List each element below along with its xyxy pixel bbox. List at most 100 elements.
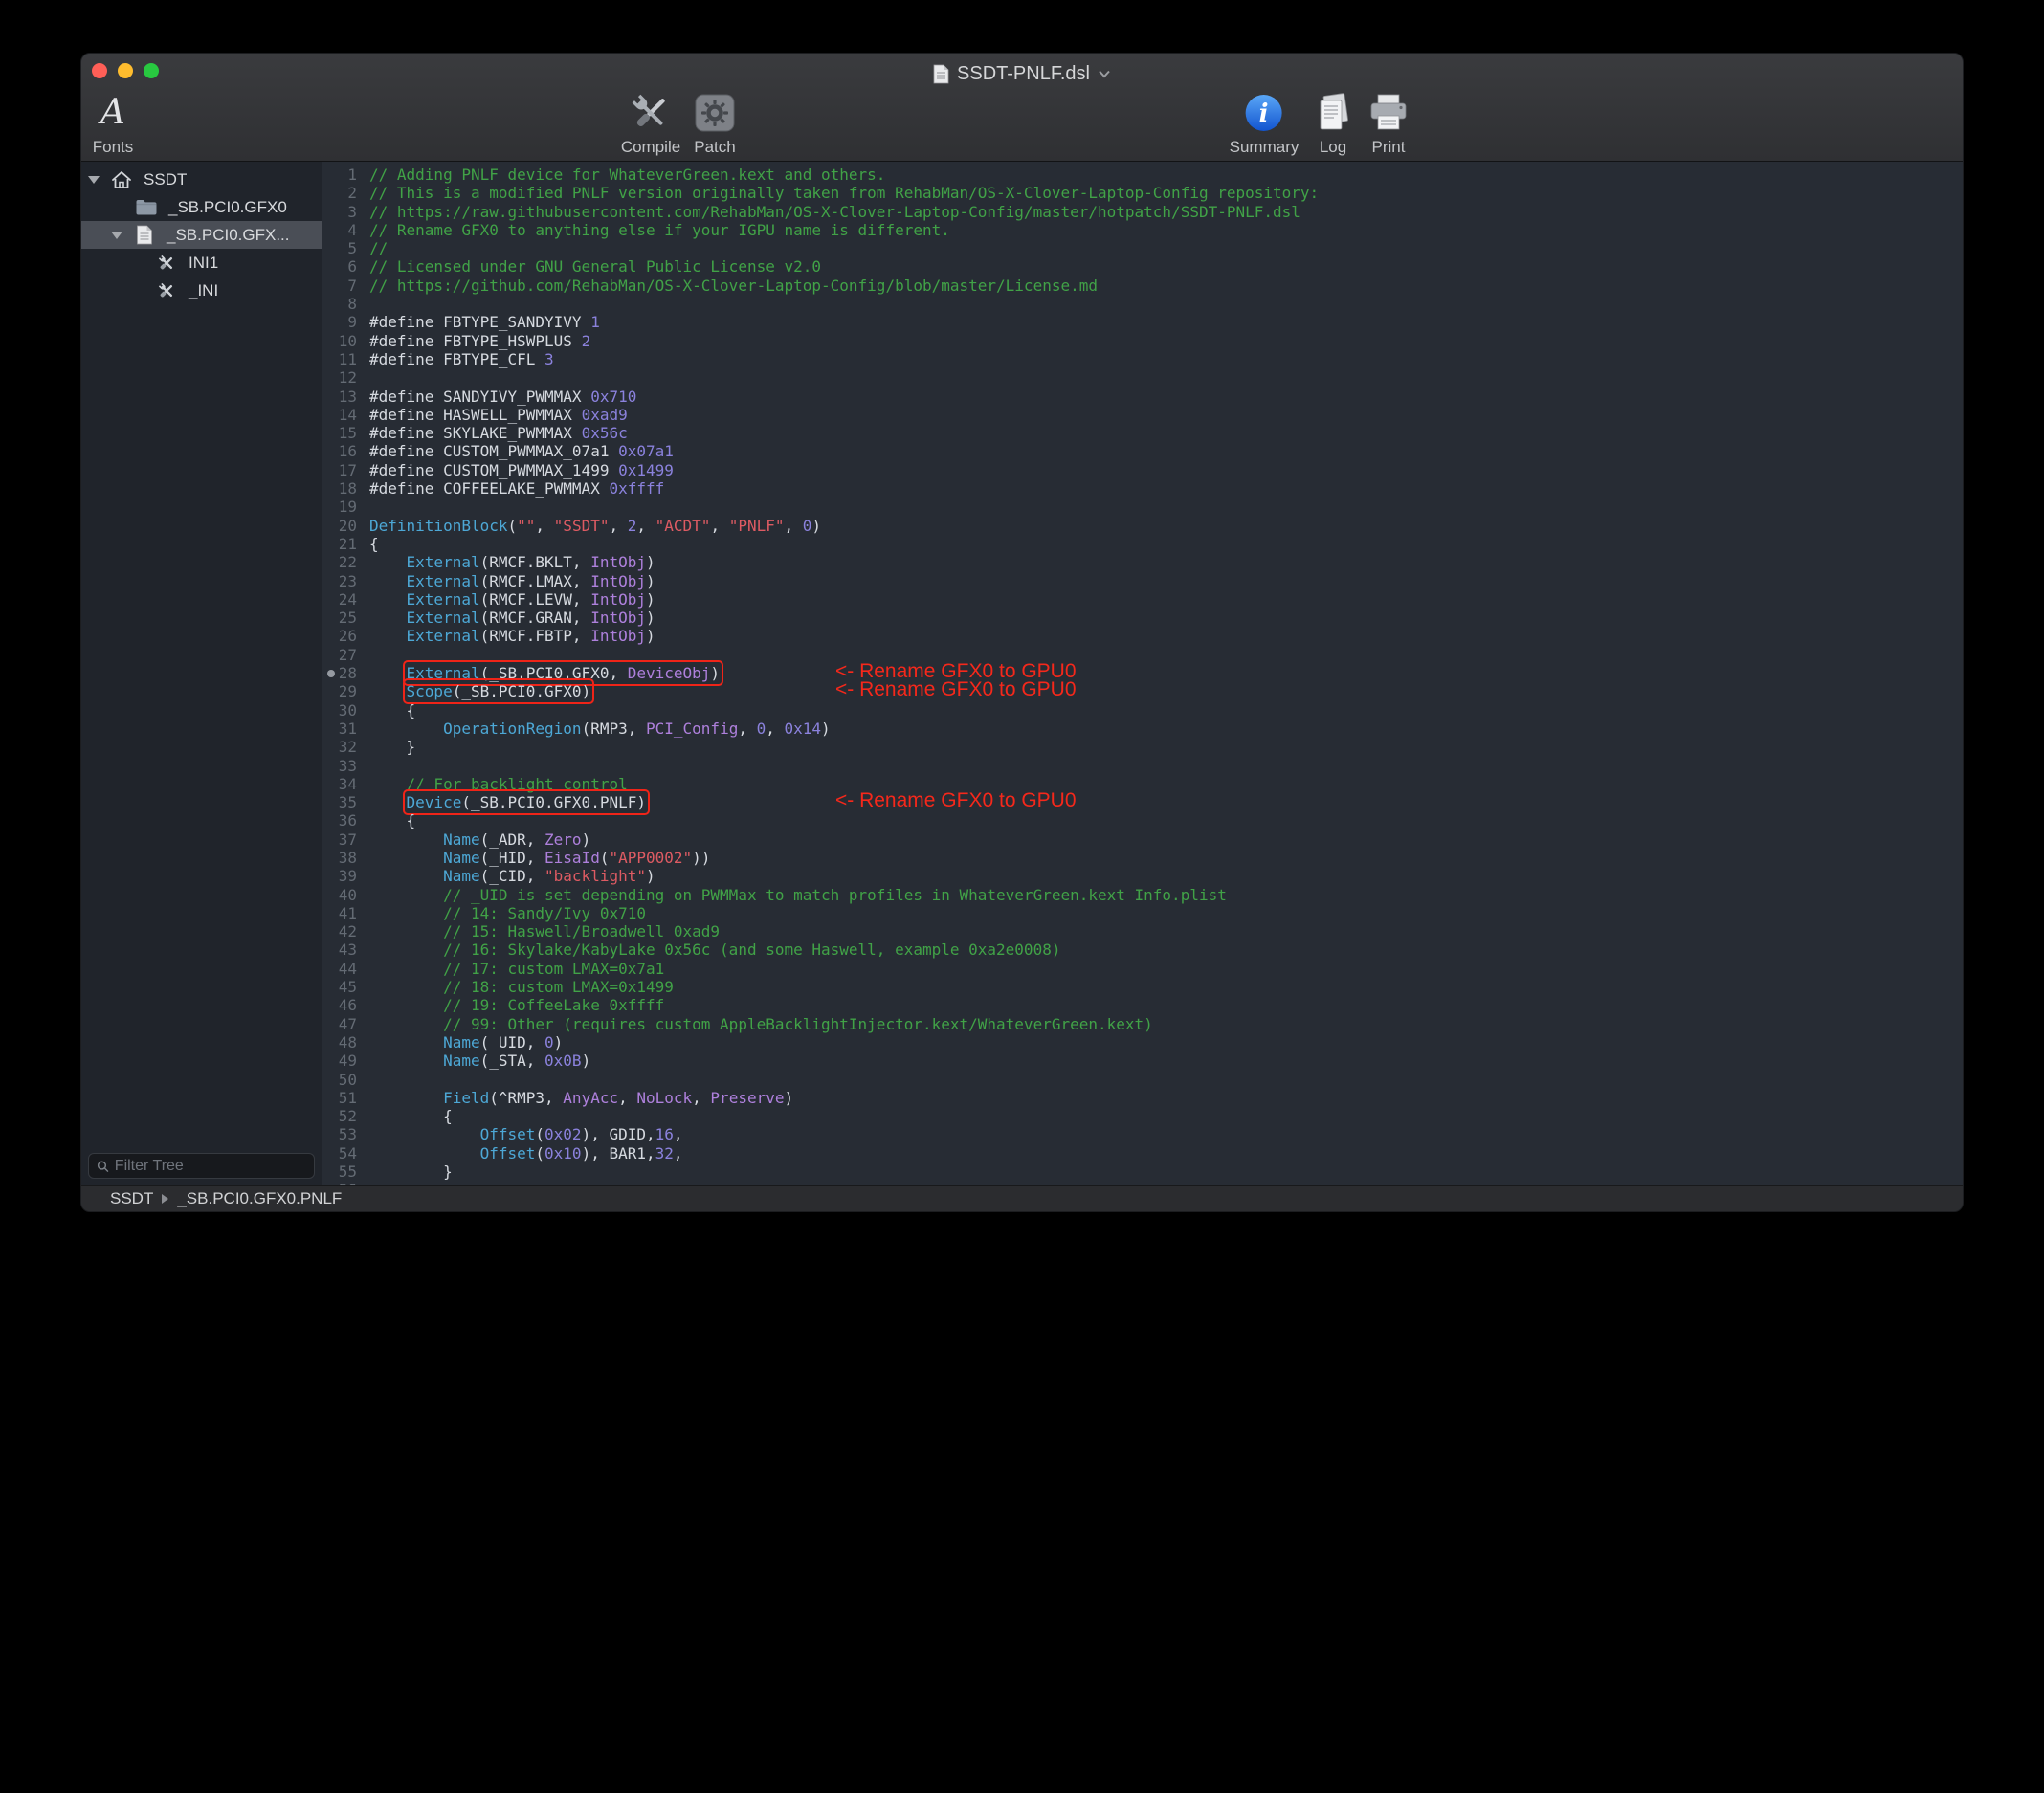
code-line: 16#define CUSTOM_PWMMAX_07a1 0x07a1 [322,442,1963,460]
line-number: 1 [322,166,357,184]
code-line: 39 Name(_CID, "backlight") [322,867,1963,885]
line-number: 40 [322,886,357,904]
line-number: 45 [322,978,357,996]
line-number: 4 [322,221,357,239]
minimize-button[interactable] [118,63,133,78]
line-number: 14 [322,406,357,424]
code-line: 19 [322,498,1963,516]
rename-highlight-box: Device(_SB.PCI0.GFX0.PNLF) [407,793,646,811]
tree-item-ini[interactable]: _INI [81,277,322,304]
code-line: 40 // _UID is set depending on PWMMax to… [322,886,1963,904]
line-number: 31 [322,719,357,738]
log-button[interactable]: Log [1312,90,1354,155]
line-number: 44 [322,960,357,978]
fonts-button[interactable]: A Fonts [93,90,134,155]
code-line: 53 Offset(0x02), GDID,16, [322,1125,1963,1143]
tree-item-gfx0-pnlf[interactable]: _SB.PCI0.GFX... [81,221,322,249]
titlebar: SSDT-PNLF.dsl [81,54,1963,88]
line-number: 55 [322,1162,357,1181]
title-chevron-icon[interactable] [1098,70,1111,78]
code-line: 54 Offset(0x10), BAR1,32, [322,1144,1963,1162]
line-number: 36 [322,811,357,830]
tree-item-gfx0-folder[interactable]: _SB.PCI0.GFX0 [81,193,322,221]
code-editor[interactable]: 1// Adding PNLF device for WhateverGreen… [322,162,1963,1185]
disclosure-triangle-icon[interactable] [111,232,122,239]
summary-button[interactable]: i Summary [1230,90,1300,155]
code-line: 43 // 16: Skylake/KabyLake 0x56c (and so… [322,941,1963,959]
breadcrumb-root: SSDT [110,1189,153,1208]
search-icon [97,1160,109,1173]
code-line: 46 // 19: CoffeeLake 0xffff [322,996,1963,1014]
breadcrumb-path: _SB.PCI0.GFX0.PNLF [177,1189,342,1208]
document-proxy-icon[interactable] [933,64,949,84]
window-title: SSDT-PNLF.dsl [957,63,1090,85]
code-lines: 1// Adding PNLF device for WhateverGreen… [322,166,1963,1185]
line-number: 3 [322,203,357,221]
line-number: 17 [322,461,357,479]
main-area: SSDT _SB.PCI0.GFX0 [81,162,1963,1185]
line-number: 6 [322,257,357,276]
close-button[interactable] [92,63,107,78]
code-line: 56 [322,1181,1963,1185]
line-number: 38 [322,849,357,867]
line-number: 46 [322,996,357,1014]
tree-item-label: _SB.PCI0.GFX0 [168,198,287,217]
code-line: 45 // 18: custom LMAX=0x1499 [322,978,1963,996]
filter-tree-field [88,1153,315,1179]
code-line: 26 External(RMCF.FBTP, IntObj) [322,627,1963,645]
code-line: 3// https://raw.githubusercontent.com/Re… [322,203,1963,221]
code-line: 27 [322,646,1963,664]
patch-icon [694,90,736,136]
line-number: 48 [322,1033,357,1051]
line-number: 52 [322,1107,357,1125]
line-number: 26 [322,627,357,645]
code-line: 21{ [322,535,1963,553]
filter-tree-input[interactable] [115,1158,306,1175]
line-number: 32 [322,738,357,756]
patch-button[interactable]: Patch [694,90,736,155]
code-line: 10#define FBTYPE_HSWPLUS 2 [322,332,1963,350]
method-icon [154,281,179,300]
code-line: 52 { [322,1107,1963,1125]
fonts-icon: A [100,90,125,136]
compile-label: Compile [621,139,680,155]
tree-item-ini1[interactable]: INI1 [81,249,322,277]
line-number: 35 [322,793,357,811]
disclosure-triangle-icon[interactable] [88,176,100,184]
code-line: 6// Licensed under GNU General Public Li… [322,257,1963,276]
folder-icon [134,199,159,216]
line-number: 42 [322,922,357,941]
log-icon [1312,90,1354,136]
code-line: 36 { [322,811,1963,830]
tree-item-label: SSDT [144,170,187,189]
code-line: 47 // 99: Other (requires custom AppleBa… [322,1015,1963,1033]
code-line: 44 // 17: custom LMAX=0x7a1 [322,960,1963,978]
print-button[interactable]: Print [1366,90,1411,155]
code-line: 9#define FBTYPE_SANDYIVY 1 [322,313,1963,331]
line-number: 53 [322,1125,357,1143]
compile-button[interactable]: Compile [621,90,680,155]
code-line: 7// https://github.com/RehabMan/OS-X-Clo… [322,277,1963,295]
line-number: 19 [322,498,357,516]
line-number: 41 [322,904,357,922]
line-number: 33 [322,757,357,775]
line-number: 18 [322,479,357,498]
code-line: 35 Device(_SB.PCI0.GFX0.PNLF)<- Rename G… [322,793,1963,811]
zoom-button[interactable] [144,63,159,78]
line-number: 22 [322,553,357,571]
line-number: 43 [322,941,357,959]
rename-highlight-box: Scope(_SB.PCI0.GFX0) [407,682,591,700]
print-label: Print [1372,139,1406,155]
code-line: 41 // 14: Sandy/Ivy 0x710 [322,904,1963,922]
line-number: 54 [322,1144,357,1162]
rename-annotation: <- Rename GFX0 to GPU0 [835,680,1077,698]
summary-icon: i [1245,90,1283,136]
tree-item-ssdt[interactable]: SSDT [81,166,322,193]
code-line: 48 Name(_UID, 0) [322,1033,1963,1051]
compile-icon [629,90,673,136]
line-marker-dot [327,670,335,677]
code-line: 24 External(RMCF.LEVW, IntObj) [322,590,1963,609]
code-line: 33 [322,757,1963,775]
traffic-lights [92,63,159,78]
tree-item-label: _INI [189,281,218,300]
